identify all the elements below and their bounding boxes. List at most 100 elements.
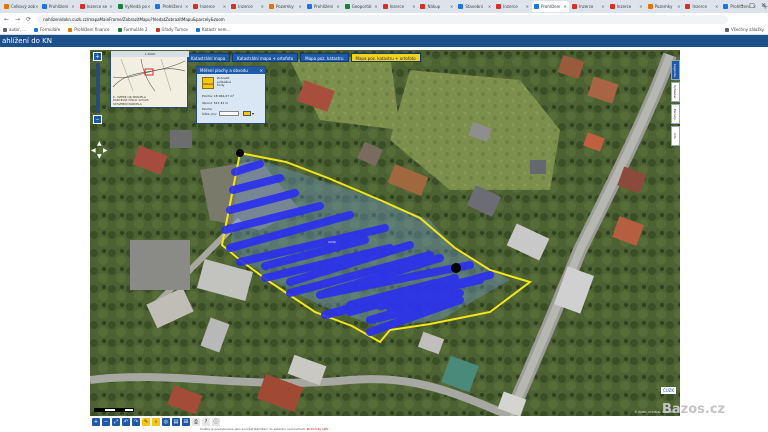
overview-line: STAVEBNÍ PARCELA [113, 101, 142, 106]
browser-tab[interactable]: Prohlížení ✕ [532, 1, 569, 12]
close-tab-icon[interactable]: ✕ [450, 4, 453, 9]
search-icon[interactable]: ⌕ [152, 417, 160, 426]
browser-tab[interactable]: Inzerce ✕ [683, 1, 720, 12]
close-icon[interactable]: ✕ [260, 67, 263, 74]
url-input[interactable]: nahlizenidokn.cuzk.cz/mapaMainFrame/Zobr… [37, 14, 728, 24]
zoom-in-button[interactable]: + [93, 52, 102, 61]
maximize-icon[interactable]: □ [749, 2, 755, 9]
full-extent-icon[interactable]: ⤢ [112, 417, 120, 426]
measure-panel: Měření plochy a obvodu ✕ Oblast Zobrazit… [196, 66, 266, 124]
measure-options[interactable]: Zobrazit průběžné body [217, 76, 231, 88]
forward-icon[interactable]: → [15, 16, 20, 23]
close-tab-icon[interactable]: ✕ [564, 4, 567, 9]
vertex-point[interactable] [236, 149, 244, 157]
pan-left-icon[interactable]: ◀ [91, 147, 96, 154]
browser-tab[interactable]: Inzerce ✕ [381, 1, 418, 12]
browser-tab[interactable]: Celkový zob ✕ [2, 1, 39, 12]
pan-right-icon[interactable]: ▶ [103, 147, 108, 154]
close-tab-icon[interactable]: ✕ [261, 4, 264, 9]
close-tab-icon[interactable]: ✕ [223, 4, 226, 9]
close-tab-icon[interactable]: ✕ [185, 4, 188, 9]
close-tab-icon[interactable]: ✕ [374, 4, 377, 9]
map-viewer[interactable]: Katastrální mapa Katastrální mapa + orto… [90, 50, 680, 416]
undo-icon[interactable]: ↶ [122, 417, 130, 426]
tab-cadastral-map[interactable]: Katastrální mapa [186, 53, 231, 62]
browser-tab[interactable]: Inzerce ✕ [494, 1, 531, 12]
close-tab-icon[interactable]: ✕ [677, 4, 680, 9]
minimize-icon[interactable]: – [740, 2, 743, 9]
browser-tab[interactable]: Inzerce ✕ [229, 1, 266, 12]
tab-search[interactable]: Vyhledat [671, 82, 680, 102]
pan-control[interactable]: ▲ ◀ ▶ ▼ [91, 140, 108, 160]
grid-icon[interactable]: ⊞ [182, 417, 190, 426]
browser-tab[interactable]: Inzerce ✕ [570, 1, 607, 12]
browser-tab[interactable]: Prohlížení ✕ [305, 1, 342, 12]
close-tab-icon[interactable]: ✕ [336, 4, 339, 9]
bookmark-item[interactable]: Katastr nem... [196, 27, 230, 32]
close-tab-icon[interactable]: ✕ [71, 4, 74, 9]
browser-tab[interactable]: Inzerce ✕ [191, 1, 228, 12]
overview-map[interactable]: 1:5000 K. ÚZEMÍ OK PARCELA PARCELNÍ ČÍSL… [110, 51, 189, 108]
back-icon[interactable]: ← [4, 16, 9, 23]
draw-icon[interactable]: ✎ [142, 417, 150, 426]
chevron-down-icon[interactable]: ▾ [252, 111, 254, 116]
close-tab-icon[interactable]: ✕ [147, 4, 150, 9]
tab-info[interactable]: Info [671, 126, 680, 146]
zoom-slider[interactable] [96, 63, 100, 113]
close-tab-icon[interactable]: ✕ [412, 4, 415, 9]
favicon-icon [269, 4, 275, 9]
help-icon[interactable]: ? [202, 417, 210, 426]
close-tab-icon[interactable]: ✕ [526, 4, 529, 9]
area-tool-icon[interactable]: Oblast [202, 77, 214, 89]
width-input[interactable] [219, 111, 239, 116]
bookmark-item[interactable]: Prohlížení finance [68, 27, 110, 32]
browser-tab[interactable]: Pozemky ✕ [646, 1, 683, 12]
zoom-in-icon[interactable]: + [92, 417, 100, 426]
bookmark-item[interactable]: Formuláře 2 [117, 27, 148, 32]
tab-cadastral-ortho[interactable]: Katastrální mapa + ortofoto [232, 53, 299, 62]
tab-label: Celkový zob [11, 4, 36, 9]
pan-up-icon[interactable]: ▲ [97, 140, 102, 147]
overview-scale: 1:5000 [111, 51, 189, 57]
browser-tab[interactable]: Inzerce se ✕ [78, 1, 115, 12]
browser-tab[interactable]: Inzerce ✕ [608, 1, 645, 12]
reload-icon[interactable]: ⟳ [26, 16, 31, 23]
tab-legend[interactable]: Legenda [671, 60, 680, 80]
zoom-out-button[interactable]: − [93, 115, 102, 124]
close-tab-icon[interactable]: ✕ [299, 4, 302, 9]
close-window-icon[interactable]: ✕ [761, 2, 766, 9]
tab-parcels[interactable]: Parcely [671, 104, 680, 124]
info-icon[interactable]: ⓘ [212, 417, 220, 426]
browser-tab[interactable]: Geoportál ✕ [343, 1, 380, 12]
browser-tab[interactable]: Prohlížení ✕ [153, 1, 190, 12]
close-tab-icon[interactable]: ✕ [488, 4, 491, 9]
favicon-icon [117, 4, 123, 9]
browser-tab[interactable]: Vyhledá po ✕ [116, 1, 153, 12]
pan-down-icon[interactable]: ▼ [97, 153, 102, 160]
bookmark-item[interactable]: Formuláře [34, 27, 60, 32]
redo-icon[interactable]: ↷ [132, 417, 140, 426]
browser-tab[interactable]: Nákup ✕ [418, 1, 455, 12]
close-tab-icon[interactable]: ✕ [715, 4, 718, 9]
tab-land-map-ortho[interactable]: Mapa poz. katastru + ortofoto [350, 53, 421, 62]
browser-tab[interactable]: Stavební ✕ [456, 1, 493, 12]
close-tab-icon[interactable]: ✕ [601, 4, 604, 9]
footer-link[interactable]: Podmínky užití [307, 427, 329, 431]
print-icon[interactable]: ⎙ [192, 417, 200, 426]
zoom-out-icon[interactable]: − [102, 417, 110, 426]
tab-land-map[interactable]: Mapa poz. katastru [300, 53, 349, 62]
browser-tab[interactable]: Prohlížení ✕ [40, 1, 77, 12]
browser-tab[interactable]: Pozemky ✕ [267, 1, 304, 12]
tab-label: Inzerce [238, 4, 253, 9]
all-bookmarks[interactable]: Všechny záložky [725, 27, 764, 32]
close-tab-icon[interactable]: ✕ [639, 4, 642, 9]
vertex-point[interactable] [451, 263, 461, 273]
bookmark-item[interactable]: Úřady Turnov [155, 27, 188, 32]
locate-icon[interactable]: ◎ [162, 417, 170, 426]
favicon-icon [534, 4, 540, 9]
close-tab-icon[interactable]: ✕ [109, 4, 112, 9]
color-swatch[interactable] [243, 111, 251, 116]
close-tab-icon[interactable]: ✕ [35, 4, 38, 9]
bookmark-item[interactable]: autor, ... [3, 27, 26, 32]
layers-icon[interactable]: ▤ [172, 417, 180, 426]
